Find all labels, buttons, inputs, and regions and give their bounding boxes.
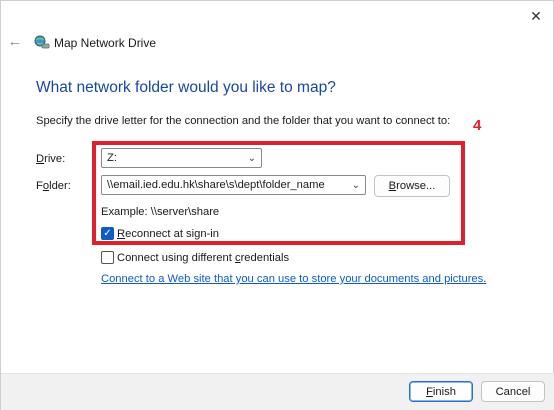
web-storage-link[interactable]: Connect to a Web site that you can use t… (101, 273, 486, 285)
folder-label: Folder: (36, 180, 71, 192)
credentials-checkbox[interactable] (101, 251, 114, 264)
window-title: Map Network Drive (54, 36, 157, 50)
instructions-text: Specify the drive letter for the connect… (36, 115, 451, 127)
network-drive-icon (34, 35, 50, 49)
annotation-highlight-box (92, 141, 465, 245)
close-icon[interactable]: ✕ (525, 5, 547, 27)
cancel-button[interactable]: Cancel (481, 381, 545, 402)
credentials-option[interactable]: Connect using different credentials (101, 251, 289, 264)
back-arrow-icon[interactable]: ← (6, 32, 24, 50)
credentials-label: Connect using different credentials (117, 251, 290, 264)
annotation-step-number: 4 (473, 117, 482, 134)
drive-label: Drive: (36, 153, 66, 165)
map-network-drive-dialog: ✕ ← Map Network Drive What network folde… (0, 0, 554, 410)
finish-button[interactable]: Finish (409, 381, 473, 402)
page-heading: What network folder would you like to ma… (36, 79, 336, 96)
